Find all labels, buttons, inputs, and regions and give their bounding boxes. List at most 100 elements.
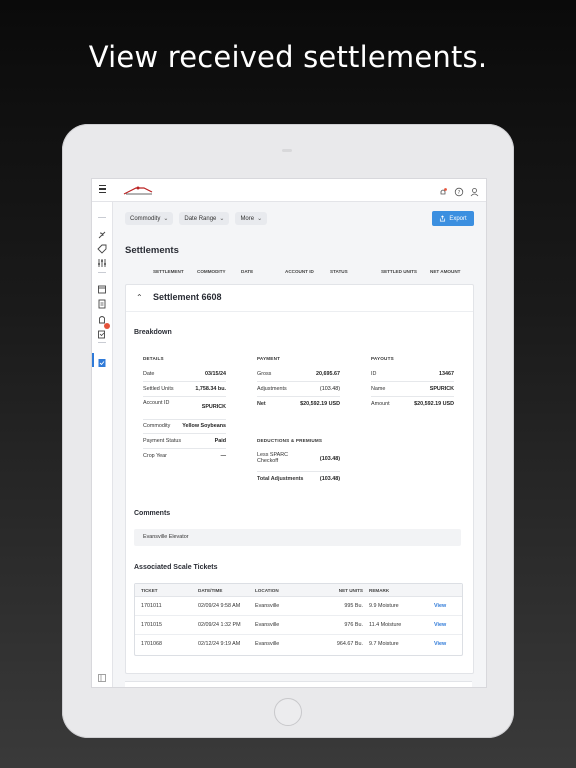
column-header[interactable]: STATUS bbox=[330, 269, 348, 274]
help-icon[interactable]: ? bbox=[454, 184, 464, 197]
ticket-remark: 9.7 Moisture bbox=[369, 641, 399, 647]
chevron-down-icon: ⌄ bbox=[257, 216, 263, 222]
commodity-filter[interactable]: Commodity ⌄ bbox=[125, 212, 174, 225]
detail-label: Date bbox=[143, 371, 155, 377]
detail-row: Account ID SPURICK bbox=[143, 400, 226, 420]
share-icon bbox=[440, 215, 446, 222]
payment-label: Gross bbox=[257, 371, 272, 377]
settlement-header[interactable]: ⌃ Settlement 6608 bbox=[126, 285, 473, 312]
detail-label: Crop Year bbox=[143, 453, 167, 459]
column-header[interactable]: SETTLED UNITS bbox=[381, 269, 417, 274]
column-header[interactable]: COMMODITY bbox=[197, 269, 226, 274]
comments-title: Comments bbox=[134, 510, 171, 517]
row-divider bbox=[143, 396, 226, 397]
ticket-net-units: 976 Bu. bbox=[344, 622, 363, 628]
company-logo bbox=[123, 186, 153, 195]
ticket-remark: 11.4 Moisture bbox=[369, 622, 402, 628]
tickets-header: TICKET DATE/TIME LOCATION NET UNITS REMA… bbox=[135, 584, 462, 597]
ticket-remark: 9.9 Moisture bbox=[369, 603, 399, 609]
settlements-icon[interactable] bbox=[97, 355, 107, 367]
column-header: TICKET bbox=[141, 588, 158, 593]
detail-value: Paid bbox=[214, 438, 226, 444]
row-divider bbox=[143, 419, 226, 420]
calendar-icon[interactable] bbox=[97, 281, 107, 294]
payment-row: Adjustments (103.48) bbox=[257, 386, 340, 397]
column-header[interactable]: DATE bbox=[241, 269, 253, 274]
tag-icon[interactable] bbox=[97, 241, 107, 254]
more-filter[interactable]: More ⌄ bbox=[235, 212, 268, 225]
payout-value: $20,592.19 USD bbox=[414, 401, 454, 407]
user-settings-icon[interactable] bbox=[470, 184, 480, 197]
export-button[interactable]: Export bbox=[432, 211, 474, 226]
settlement-card: ⌃ Settlement 6608 Breakdown DETAILS Date… bbox=[125, 284, 474, 674]
payment-heading: PAYMENT bbox=[257, 356, 281, 361]
detail-value: 03/15/24 bbox=[205, 371, 226, 377]
view-link[interactable]: View bbox=[434, 622, 446, 628]
sliders-icon[interactable] bbox=[97, 255, 107, 267]
details-heading: DETAILS bbox=[143, 356, 164, 361]
row-divider bbox=[143, 448, 226, 449]
ticket-number: 1701068 bbox=[141, 641, 162, 647]
row-divider bbox=[371, 381, 454, 382]
ticket-number: 1701015 bbox=[141, 622, 162, 628]
export-label: Export bbox=[449, 215, 467, 222]
silo-icon[interactable] bbox=[97, 311, 107, 324]
tickets-title: Associated Scale Tickets bbox=[134, 564, 218, 571]
ticket-net-units: 995 Bu. bbox=[344, 603, 363, 609]
payment-row: Gross 20,695.67 bbox=[257, 371, 340, 382]
bell-icon[interactable] bbox=[438, 184, 448, 195]
home-button[interactable] bbox=[274, 698, 302, 726]
notification-badge bbox=[104, 323, 110, 329]
document-icon[interactable] bbox=[97, 296, 107, 309]
ticket-location: Evansville bbox=[255, 603, 280, 609]
payout-label: ID bbox=[371, 371, 377, 377]
headline: View received settlements. bbox=[88, 40, 488, 74]
detail-value: — bbox=[220, 453, 226, 459]
payment-label: Net bbox=[257, 401, 266, 407]
column-header: LOCATION bbox=[255, 588, 279, 593]
payout-label: Name bbox=[371, 386, 386, 392]
column-header[interactable]: SETTLEMENT bbox=[153, 269, 184, 274]
payout-value: 13467 bbox=[439, 371, 454, 377]
contracts-icon[interactable] bbox=[97, 323, 110, 339]
row-divider bbox=[143, 381, 226, 382]
ticket-datetime: 02/12/24 9:19 AM bbox=[198, 641, 241, 647]
breakdown-title: Breakdown bbox=[134, 329, 172, 336]
detail-label: Account ID bbox=[143, 400, 170, 406]
view-link[interactable]: View bbox=[434, 641, 446, 647]
detail-row: Payment Status Paid bbox=[143, 438, 226, 449]
view-link[interactable]: View bbox=[434, 603, 446, 609]
deduction-value: (103.48) bbox=[319, 456, 340, 462]
filter-label: Date Range bbox=[184, 215, 217, 222]
payouts-heading: PAYOUTS bbox=[371, 356, 394, 361]
table-row: 1701015 02/09/24 1:32 PM Evansville 976 … bbox=[135, 616, 462, 635]
date-range-filter[interactable]: Date Range ⌄ bbox=[179, 212, 230, 225]
sprout-icon[interactable] bbox=[97, 227, 107, 239]
main-content: Commodity ⌄ Date Range ⌄ More ⌄ Export Sett… bbox=[113, 202, 486, 687]
ticket-datetime: 02/09/24 9:58 AM bbox=[198, 603, 241, 609]
sidebar bbox=[92, 202, 113, 687]
chevron-down-icon: ⌄ bbox=[219, 216, 225, 222]
row-divider bbox=[143, 433, 226, 434]
payout-label: Amount bbox=[371, 401, 390, 407]
comment-text: Evansville Elevator bbox=[143, 534, 189, 540]
collapse-sidebar-icon[interactable] bbox=[97, 670, 107, 682]
detail-value: SPURICK bbox=[201, 404, 226, 410]
payment-row: Net $20,592.19 USD bbox=[257, 401, 340, 410]
chevron-up-icon[interactable]: ⌃ bbox=[136, 293, 143, 302]
column-header[interactable]: ACCOUNT ID bbox=[285, 269, 314, 274]
menu-icon[interactable] bbox=[99, 185, 106, 193]
row-divider bbox=[257, 381, 340, 382]
payment-value: 20,695.67 bbox=[316, 371, 340, 377]
next-settlement-row[interactable] bbox=[125, 681, 472, 687]
column-header[interactable]: NET AMOUNT bbox=[430, 269, 460, 274]
sidebar-divider bbox=[98, 217, 106, 218]
detail-row: Date 03/15/24 bbox=[143, 371, 226, 382]
page-title: Settlements bbox=[125, 245, 179, 256]
payment-value: $20,592.19 USD bbox=[300, 401, 340, 407]
table-row: 1701011 02/09/24 9:58 AM Evansville 995 … bbox=[135, 597, 462, 616]
ticket-location: Evansville bbox=[255, 622, 280, 628]
payment-label: Adjustments bbox=[257, 386, 287, 392]
detail-label: Payment Status bbox=[143, 438, 182, 444]
table-header: SETTLEMENT COMMODITY DATE ACCOUNT ID STA… bbox=[113, 269, 486, 277]
